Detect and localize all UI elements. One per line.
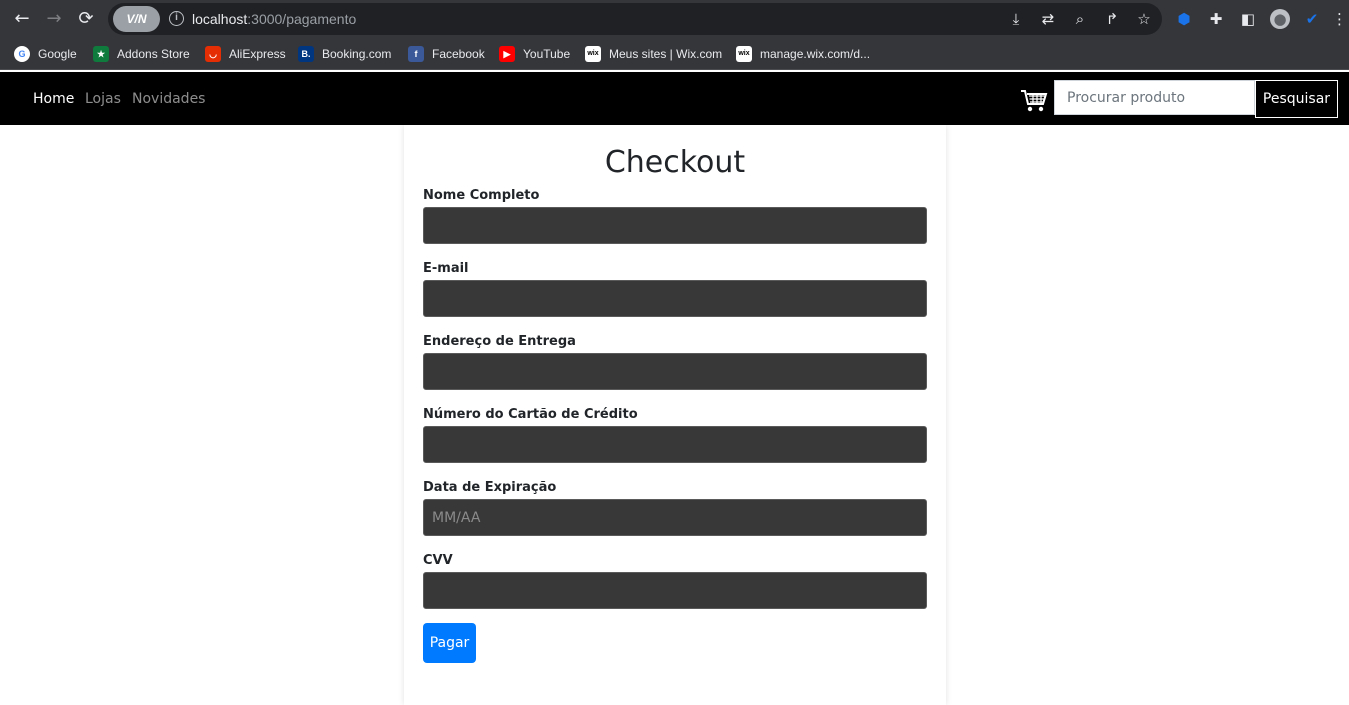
booking-icon: B.	[298, 46, 314, 62]
google-icon: G	[14, 46, 30, 62]
reload-icon[interactable]: ⟳	[74, 7, 98, 31]
email-input[interactable]	[423, 280, 927, 317]
bookmark-label: manage.wix.com/d...	[760, 47, 871, 61]
full-name-label: Nome Completo	[423, 188, 540, 203]
bookmark-label: Meus sites | Wix.com	[609, 47, 723, 61]
extensions-puzzle-icon[interactable]: ✚	[1206, 9, 1226, 29]
card-number-label: Número do Cartão de Crédito	[423, 407, 638, 422]
bookmark-item[interactable]: f Facebook	[408, 46, 485, 62]
url-text[interactable]: localhost:3000/pagamento	[192, 11, 356, 27]
site-info-icon[interactable]: i	[169, 11, 184, 26]
back-icon[interactable]: ←	[10, 7, 34, 31]
bookmark-item[interactable]: ▶ YouTube	[499, 46, 570, 62]
search-button[interactable]: Pesquisar	[1255, 80, 1338, 118]
bookmarks-bar: G Google ★ Addons Store ◡ AliExpress B. Booking…	[0, 38, 1349, 70]
menu-kebab-icon[interactable]: ⋮	[1332, 9, 1347, 29]
wix-icon: wix	[736, 46, 752, 62]
bookmark-label: Google	[38, 47, 77, 61]
side-panel-icon[interactable]: ◧	[1238, 9, 1258, 29]
forward-icon[interactable]: →	[42, 7, 66, 31]
bookmark-label: Facebook	[432, 47, 485, 61]
bookmark-item[interactable]: G Google	[14, 46, 77, 62]
checkout-card: Checkout Nome Completo E-mail Endereço d…	[404, 125, 946, 705]
share-icon[interactable]: ↱	[1102, 9, 1122, 29]
pay-button[interactable]: Pagar	[423, 623, 476, 663]
url-host: localhost	[192, 11, 248, 27]
wix-icon: wix	[585, 46, 601, 62]
cvv-input[interactable]	[423, 572, 927, 609]
address-input[interactable]	[423, 353, 927, 390]
expiry-input[interactable]	[423, 499, 927, 536]
bookmark-label: Booking.com	[322, 47, 392, 61]
product-search-input[interactable]	[1054, 80, 1255, 115]
bookmark-item[interactable]: wix Meus sites | Wix.com	[585, 46, 722, 62]
bookmark-label: Addons Store	[117, 47, 190, 61]
install-app-icon[interactable]: ⤓	[1006, 9, 1026, 29]
full-name-input[interactable]	[423, 207, 927, 244]
url-path: :3000/pagamento	[247, 11, 357, 27]
shopping-cart-icon[interactable]	[1020, 88, 1048, 114]
translate-icon[interactable]: ⇄	[1038, 9, 1058, 29]
bookmark-item[interactable]: ★ Addons Store	[93, 46, 190, 62]
addons-store-icon: ★	[93, 46, 109, 62]
vpn-badge[interactable]: V/N	[113, 6, 160, 32]
cvv-label: CVV	[423, 553, 453, 568]
card-number-input[interactable]	[423, 426, 927, 463]
bookmark-star-icon[interactable]: ☆	[1134, 9, 1154, 29]
youtube-icon: ▶	[499, 46, 515, 62]
nav-link-home[interactable]: Home	[33, 91, 74, 107]
nav-link-lojas[interactable]: Lojas	[85, 91, 121, 107]
address-label: Endereço de Entrega	[423, 334, 576, 349]
bookmark-item[interactable]: ◡ AliExpress	[205, 46, 286, 62]
nav-link-novidades[interactable]: Novidades	[132, 91, 205, 107]
page-title: Checkout	[604, 145, 746, 180]
facebook-icon: f	[408, 46, 424, 62]
profile-avatar-icon[interactable]: ●	[1270, 9, 1290, 29]
zoom-icon[interactable]: ⌕	[1070, 9, 1090, 29]
vpn-extension-icon[interactable]: ⬢	[1174, 9, 1194, 29]
email-label: E-mail	[423, 261, 469, 276]
bookmark-item[interactable]: B. Booking.com	[298, 46, 391, 62]
browser-toolbar: ← → ⟳ V/N i localhost:3000/pagamento ⤓ ⇄…	[0, 0, 1349, 38]
bookmark-label: AliExpress	[229, 47, 286, 61]
shield-check-icon[interactable]: ✔	[1302, 9, 1322, 29]
aliexpress-icon: ◡	[205, 46, 221, 62]
bookmark-label: YouTube	[523, 47, 571, 61]
bookmark-item[interactable]: wix manage.wix.com/d...	[736, 46, 870, 62]
expiry-label: Data de Expiração	[423, 480, 557, 495]
